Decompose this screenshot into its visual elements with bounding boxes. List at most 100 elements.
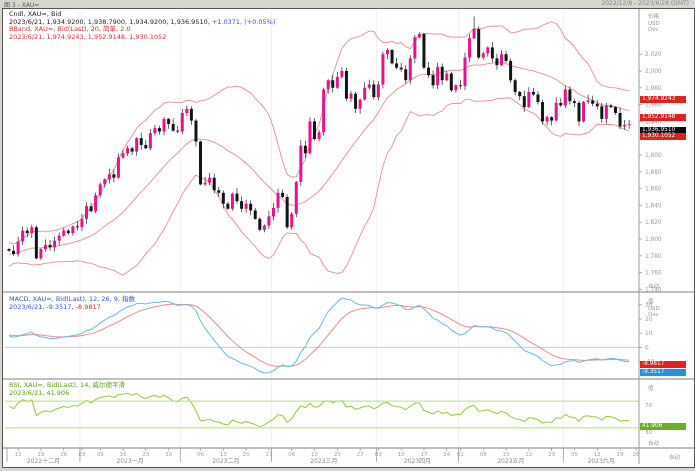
candle-body xyxy=(404,69,407,80)
candle-body xyxy=(144,145,147,148)
candle-body xyxy=(149,133,152,148)
day-tick-label: 20 xyxy=(243,452,250,458)
candle-body xyxy=(167,119,170,124)
candle-body xyxy=(600,106,603,119)
candle-body xyxy=(559,103,562,106)
candle-body xyxy=(363,88,366,100)
day-tick-label: 09 xyxy=(97,452,104,458)
candle-body xyxy=(372,84,375,97)
candle-body xyxy=(140,138,143,145)
candle-body xyxy=(71,226,74,233)
candle-body xyxy=(322,89,325,132)
bollinger-middle-line xyxy=(9,62,629,254)
candle-body xyxy=(208,178,211,183)
candle-body xyxy=(336,77,339,88)
rsi-legend-value: 2023/6/21, 41.906 xyxy=(9,390,125,398)
price-tick-label: 1,840 xyxy=(645,203,662,209)
candle-body xyxy=(190,109,193,121)
candle-body xyxy=(126,148,129,153)
day-tick-label: 26 xyxy=(633,452,640,458)
candle-body xyxy=(391,50,394,63)
price-axis-auto-label[interactable]: 自动 xyxy=(648,282,659,290)
candle-body xyxy=(153,128,156,133)
candle-body xyxy=(350,94,353,99)
price-tick-label: 1,780 xyxy=(645,254,662,260)
day-tick-label: 03 xyxy=(78,452,85,458)
candle-body xyxy=(477,29,480,58)
candle-body xyxy=(26,231,29,234)
candle-body xyxy=(386,50,389,54)
candles-clip xyxy=(8,16,631,260)
chart-canvas[interactable]: 70302,0202,0001,9801,9601,9401,9201,9001… xyxy=(3,9,694,467)
candle-body xyxy=(491,47,494,58)
candle-body xyxy=(354,94,357,109)
candle-body xyxy=(468,38,471,57)
window-titlebar[interactable]: 图 3 - XAU= 2022/12/8 - 2023/6/28 (GMT) xyxy=(0,0,695,8)
candle-body xyxy=(12,251,15,254)
candle-body xyxy=(313,121,316,139)
candle-body xyxy=(454,85,457,90)
candle-body xyxy=(609,105,612,107)
candle-body xyxy=(199,142,202,185)
candle-body xyxy=(619,113,622,126)
candle-body xyxy=(573,101,576,103)
candle-body xyxy=(568,89,571,101)
indicator-lines xyxy=(5,298,639,428)
candle-body xyxy=(527,92,530,107)
candle-body xyxy=(181,113,184,131)
candle-body xyxy=(331,80,334,88)
candle-body xyxy=(582,102,585,121)
candle-body xyxy=(240,201,243,209)
price-tick-label: 1,880 xyxy=(645,170,662,176)
price-axis-header: 价格USDOzs xyxy=(648,14,660,34)
candle-body xyxy=(39,249,42,258)
candle-body xyxy=(299,146,302,182)
candle-body xyxy=(432,75,435,85)
macd-tick-label: 0 xyxy=(645,345,649,351)
rsi-value-badge: 41.906 xyxy=(640,423,686,430)
candlesticks[interactable] xyxy=(8,16,631,260)
candle-body xyxy=(99,184,102,195)
candle-body xyxy=(436,67,439,85)
macd-signal-line xyxy=(9,304,629,366)
time-axis-auto-label[interactable]: 自动 xyxy=(669,453,680,461)
candle-body xyxy=(222,193,225,204)
candle-body xyxy=(359,100,362,109)
candle-body xyxy=(17,242,20,255)
candle-body xyxy=(58,236,61,241)
day-tick-label: 01 xyxy=(457,452,464,458)
candle-body xyxy=(450,74,453,91)
candle-body xyxy=(53,241,56,248)
day-tick-label: 03 xyxy=(375,452,382,458)
candle-body xyxy=(340,71,343,77)
month-label: 2023一月 xyxy=(116,458,143,465)
candle-body xyxy=(231,194,234,209)
macd-axis-header: 值USDOzs xyxy=(648,299,660,319)
candle-body xyxy=(441,67,444,80)
day-tick-label: 22 xyxy=(525,452,532,458)
month-label: 2023四月 xyxy=(404,458,431,465)
candle-body xyxy=(486,47,489,53)
candle-body xyxy=(509,61,512,80)
rsi-axis-auto-label[interactable]: 自动 xyxy=(648,439,659,447)
candle-body xyxy=(587,100,590,102)
chart-window[interactable]: 70302,0202,0001,9801,9601,9401,9201,9001… xyxy=(2,8,695,468)
candle-body xyxy=(473,29,476,38)
candle-body xyxy=(500,54,503,65)
macd-tick-label: 10 xyxy=(645,331,653,337)
candle-body xyxy=(377,84,380,97)
candle-body xyxy=(422,34,425,68)
candle-body xyxy=(85,206,88,219)
month-label: 2022十二月 xyxy=(27,457,60,465)
candle-body xyxy=(204,183,207,185)
candle-body xyxy=(176,131,179,132)
day-tick-label: 08 xyxy=(480,452,487,458)
bollinger-bands xyxy=(9,22,629,276)
candle-body xyxy=(536,95,539,103)
date-range-label: 2022/12/8 - 2023/6/28 (GMT) xyxy=(601,0,689,7)
candle-body xyxy=(172,124,175,131)
candle-body xyxy=(518,92,521,96)
month-label: 2023六月 xyxy=(588,457,615,465)
day-tick-label: 27 xyxy=(357,452,364,458)
candle-body xyxy=(308,121,311,153)
